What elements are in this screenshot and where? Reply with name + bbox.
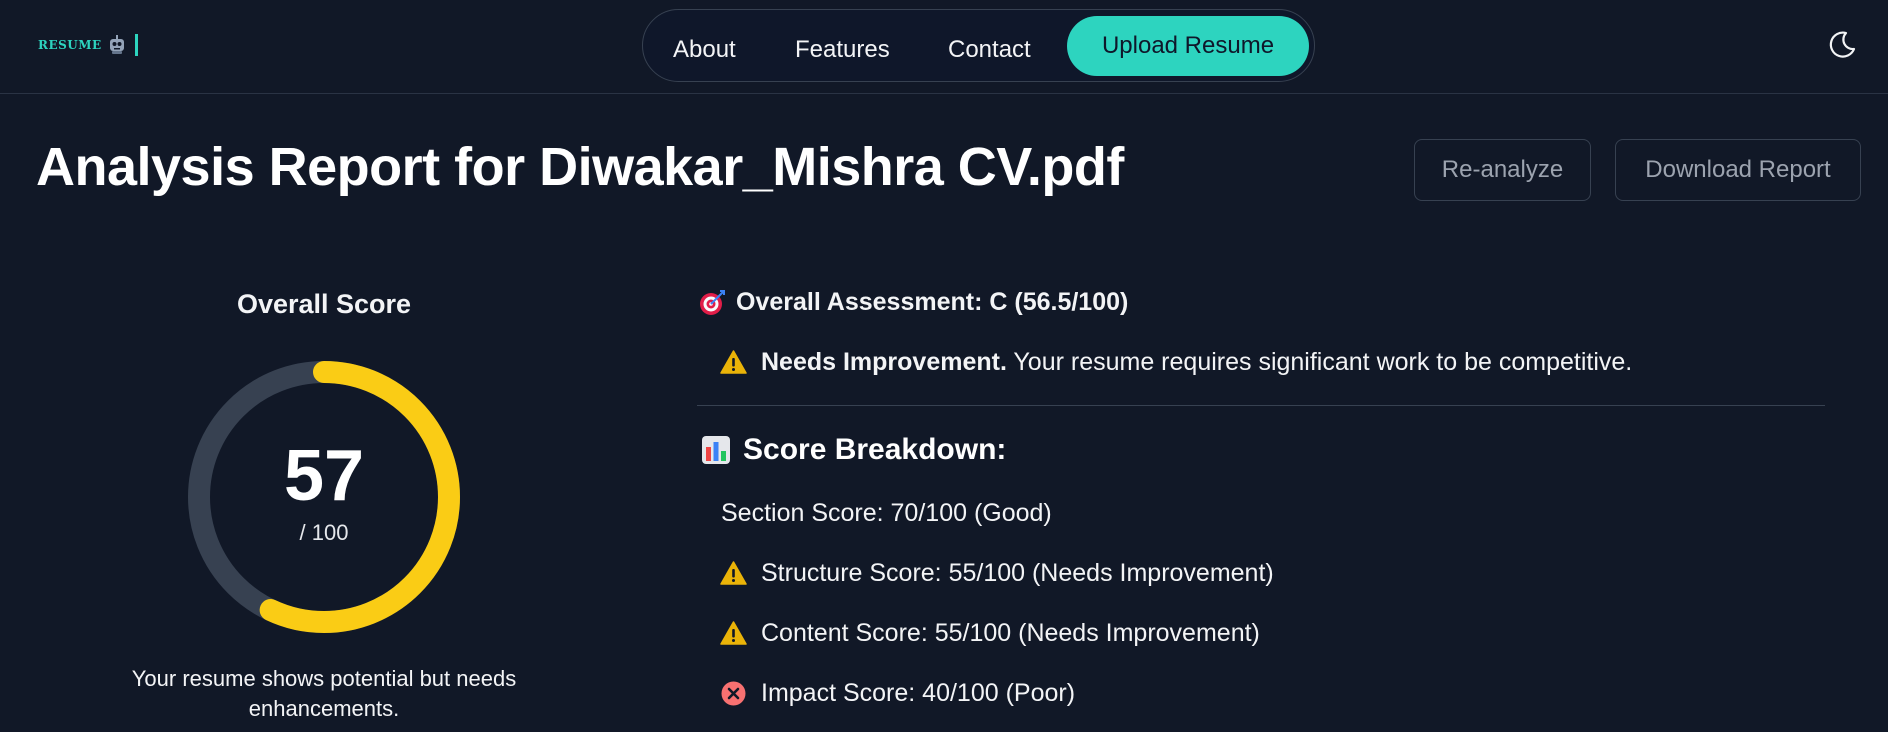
content-score-item: Content Score: 55/100 (Needs Improvement… [720,619,1260,648]
page-title: Analysis Report for Diwakar_Mishra CV.pd… [36,137,1124,197]
structure-score-text: Structure Score: 55/100 (Needs Improveme… [761,559,1274,587]
top-navigation-bar: RESUME About Features Contact Upload Res… [0,0,1888,94]
impact-score-text: Impact Score: 40/100 (Poor) [761,679,1076,707]
assessment-status: Needs Improvement. Your resume requires … [720,348,1632,377]
target-icon [700,290,725,315]
upload-resume-button[interactable]: Upload Resume [1067,16,1309,76]
status-label: Needs Improvement. [761,348,1007,376]
overall-assessment: Overall Assessment: C (56.5/100) [699,288,1128,317]
assessment-text: Overall Assessment: C (56.5/100) [736,288,1129,316]
score-value: 57 [283,436,365,516]
robot-mascot-icon [109,35,124,54]
warning-icon [720,350,747,374]
score-breakdown-heading: Score Breakdown: [701,433,1006,467]
logo-cursor-bar [134,34,138,56]
overall-score-heading: Overall Score [236,289,412,319]
logo-text: RESUME [38,38,102,52]
breakdown-heading-text: Score Breakdown: [743,433,1007,466]
content-score-text: Content Score: 55/100 (Needs Improvement… [761,619,1260,647]
warning-icon [720,621,747,645]
reanalyze-button[interactable]: Re-analyze [1414,139,1591,201]
score-caption: Your resume shows potential but needs en… [131,666,517,721]
logo[interactable]: RESUME [38,30,138,60]
section-divider [697,405,1825,406]
nav-link-contact[interactable]: Contact [948,36,1031,64]
status-text: Your resume requires significant work to… [1006,348,1633,376]
moon-icon[interactable] [1826,29,1858,61]
warning-icon [720,561,747,585]
bar-chart-icon [702,436,730,464]
structure-score-item: Structure Score: 55/100 (Needs Improveme… [720,559,1274,588]
impact-score-item: Impact Score: 40/100 (Poor) [720,679,1075,708]
section-score-text: Section Score: 70/100 (Good) [721,499,1052,527]
score-max-label: / 100 [299,520,349,545]
download-report-button[interactable]: Download Report [1615,139,1861,201]
section-score-item: Section Score: 70/100 (Good) [721,499,1052,528]
nav-link-about[interactable]: About [673,36,736,64]
main-nav: About Features Contact Upload Resume [642,9,1315,82]
nav-link-features[interactable]: Features [795,36,890,64]
error-icon [721,681,746,706]
